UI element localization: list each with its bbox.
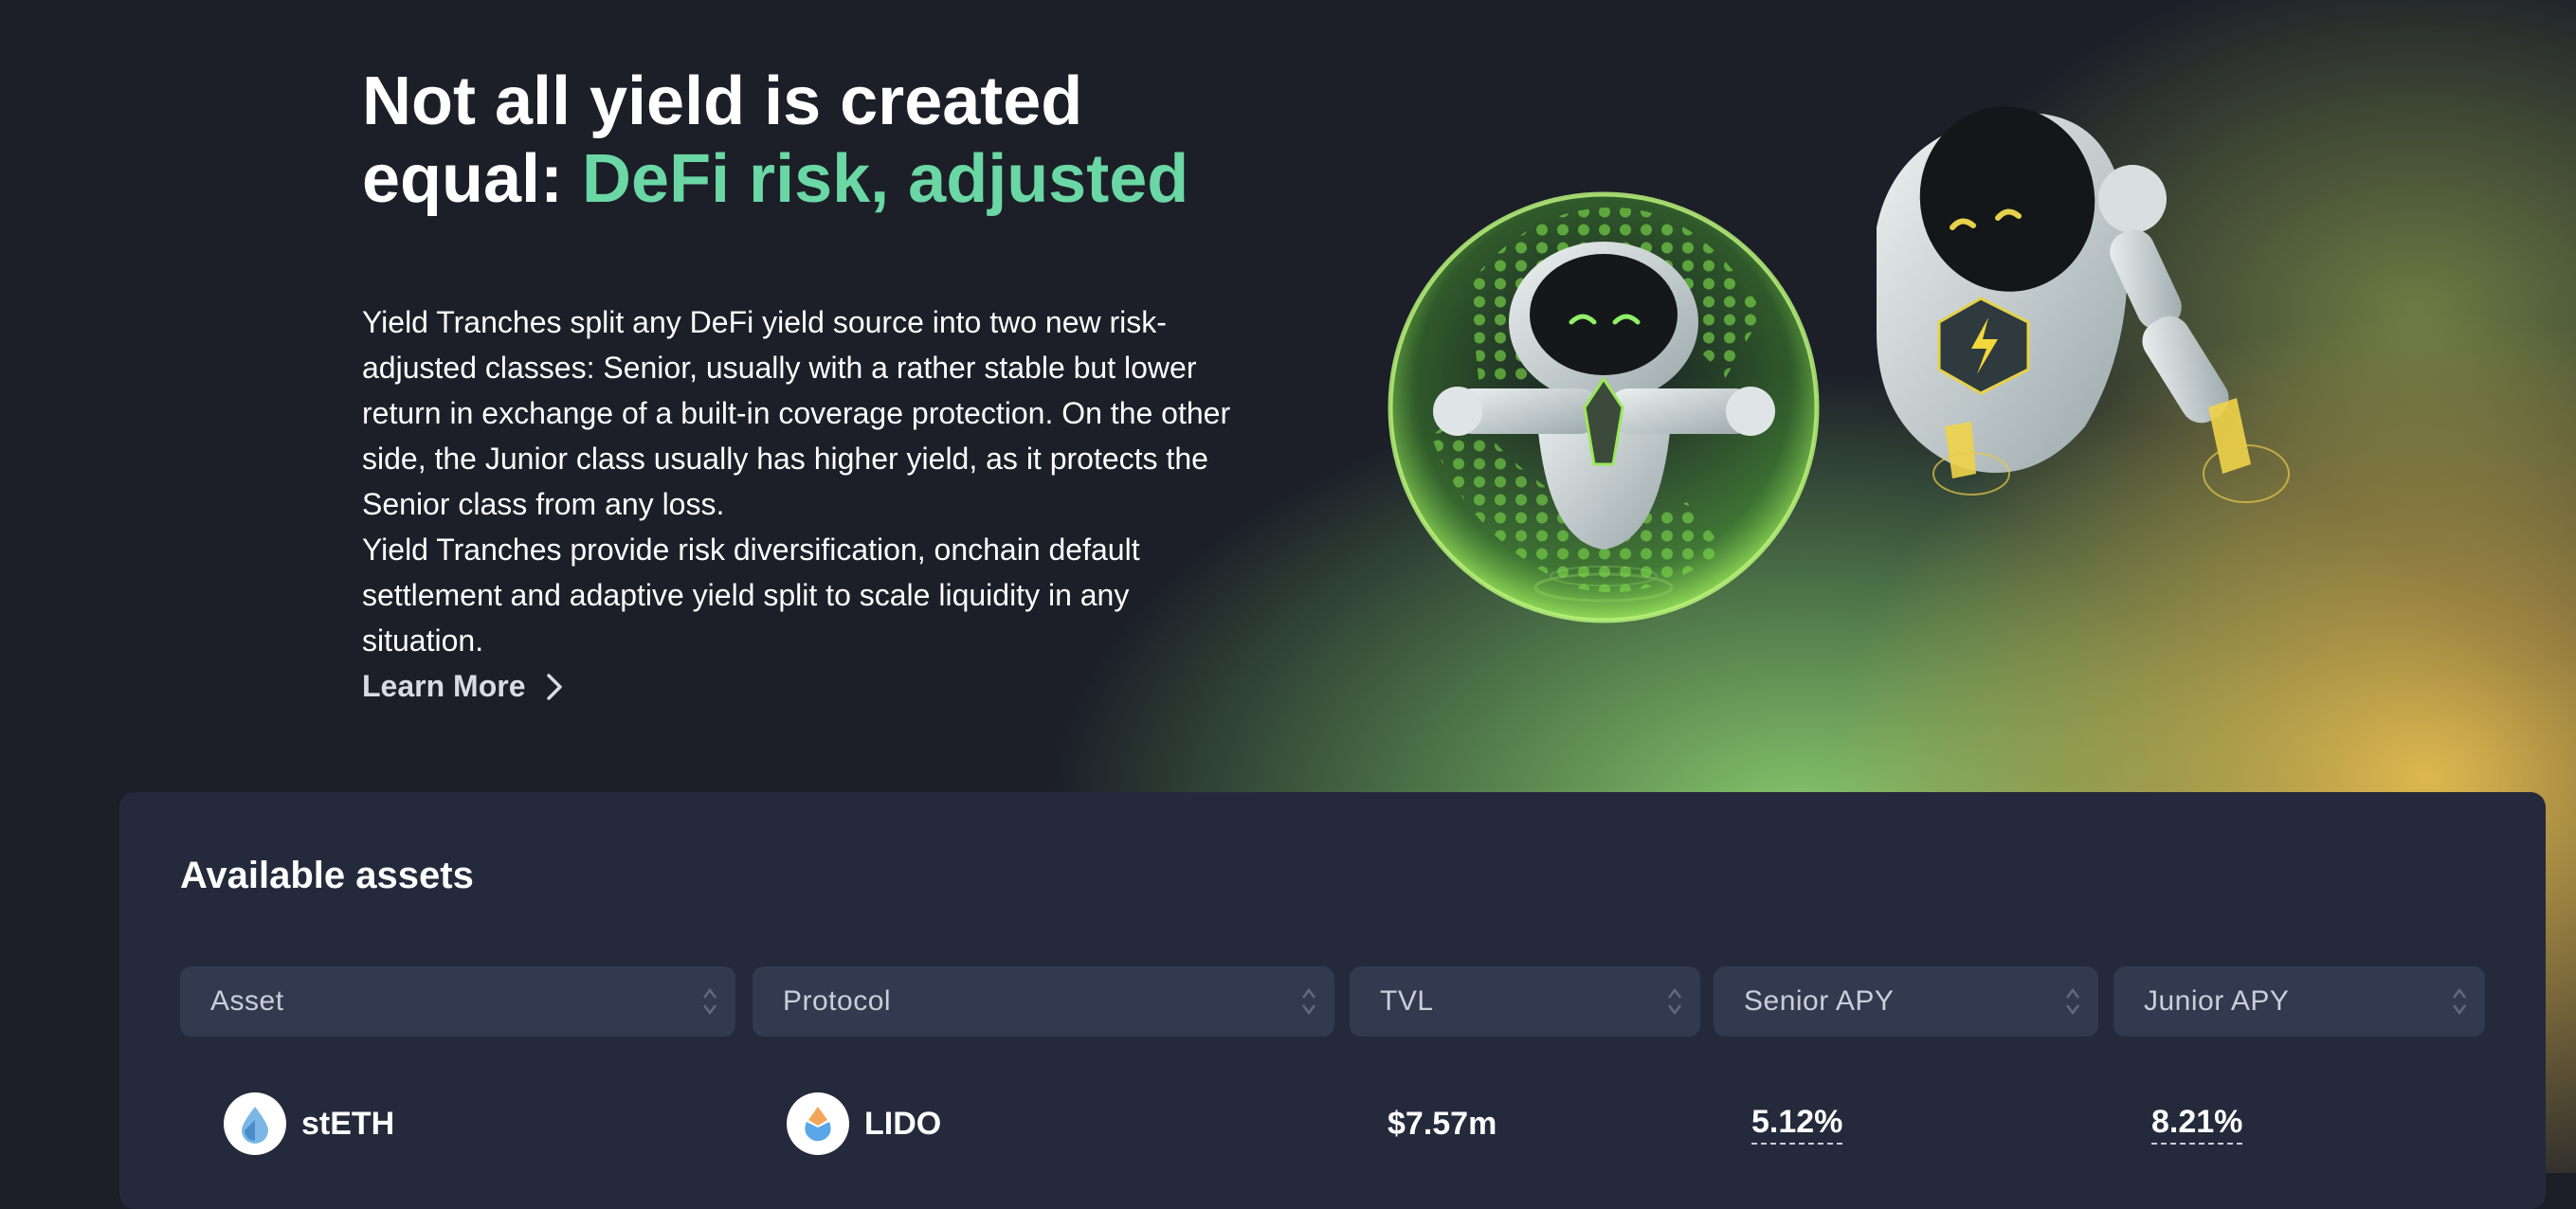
column-header-label: Protocol <box>783 985 892 1017</box>
junior-apy-value[interactable]: 8.21% <box>2151 1104 2243 1145</box>
column-header-protocol[interactable]: Protocol <box>753 966 1334 1037</box>
sort-icon <box>2066 987 2079 1016</box>
hero-description-paragraph2: Yield Tranches provide risk diversificat… <box>362 532 1140 658</box>
chevron-right-icon <box>547 673 563 700</box>
hero-title-accent: DeFi risk, adjusted <box>582 141 1189 217</box>
column-header-junior-apy[interactable]: Junior APY <box>2113 966 2485 1037</box>
robots-illustration <box>1388 106 2290 623</box>
hero-title-line2: equal: <box>362 141 583 217</box>
senior-apy-value[interactable]: 5.12% <box>1751 1104 1843 1145</box>
asset-name: stETH <box>301 1105 395 1142</box>
column-header-label: Asset <box>210 985 284 1017</box>
steth-logo <box>224 1092 286 1155</box>
sort-icon <box>1302 987 1315 1016</box>
column-header-label: TVL <box>1380 985 1434 1017</box>
sort-icon <box>1668 987 1681 1016</box>
senior-apy-cell: 5.12% <box>1751 1086 1843 1162</box>
learn-more-link[interactable]: Learn More <box>362 669 565 704</box>
robot-shield-illustration <box>1388 191 1820 623</box>
sort-icon <box>703 987 717 1016</box>
learn-more-label: Learn More <box>362 669 526 703</box>
column-header-tvl[interactable]: TVL <box>1350 966 1700 1037</box>
column-header-label: Senior APY <box>1744 985 1895 1017</box>
hero-title-line1: Not all yield is created <box>362 63 1083 139</box>
protocol-name: LIDO <box>864 1105 942 1142</box>
available-assets-card: Available assets Asset Protocol TVL Seni… <box>119 792 2546 1209</box>
available-assets-title: Available assets <box>180 855 474 896</box>
robot-flying-illustration <box>1877 106 2290 503</box>
column-header-asset[interactable]: Asset <box>180 966 735 1037</box>
protocol-cell: LIDO <box>787 1086 941 1162</box>
lido-logo <box>787 1092 849 1155</box>
column-header-label: Junior APY <box>2144 985 2290 1017</box>
column-header-senior-apy[interactable]: Senior APY <box>1714 966 2098 1037</box>
tvl-value: $7.57m <box>1388 1105 1497 1142</box>
table-row[interactable]: stETH LIDO $7.57m 5.12% 8.21% <box>119 1086 2546 1162</box>
hero-description-paragraph1: Yield Tranches split any DeFi yield sour… <box>362 305 1231 521</box>
sort-icon <box>2453 987 2466 1016</box>
hero-description: Yield Tranches split any DeFi yield sour… <box>362 299 1243 663</box>
junior-apy-cell: 8.21% <box>2151 1086 2243 1162</box>
asset-cell: stETH <box>224 1086 394 1162</box>
tvl-cell: $7.57m <box>1388 1086 1497 1162</box>
hero-title: Not all yield is created equal: DeFi ris… <box>362 63 1310 218</box>
